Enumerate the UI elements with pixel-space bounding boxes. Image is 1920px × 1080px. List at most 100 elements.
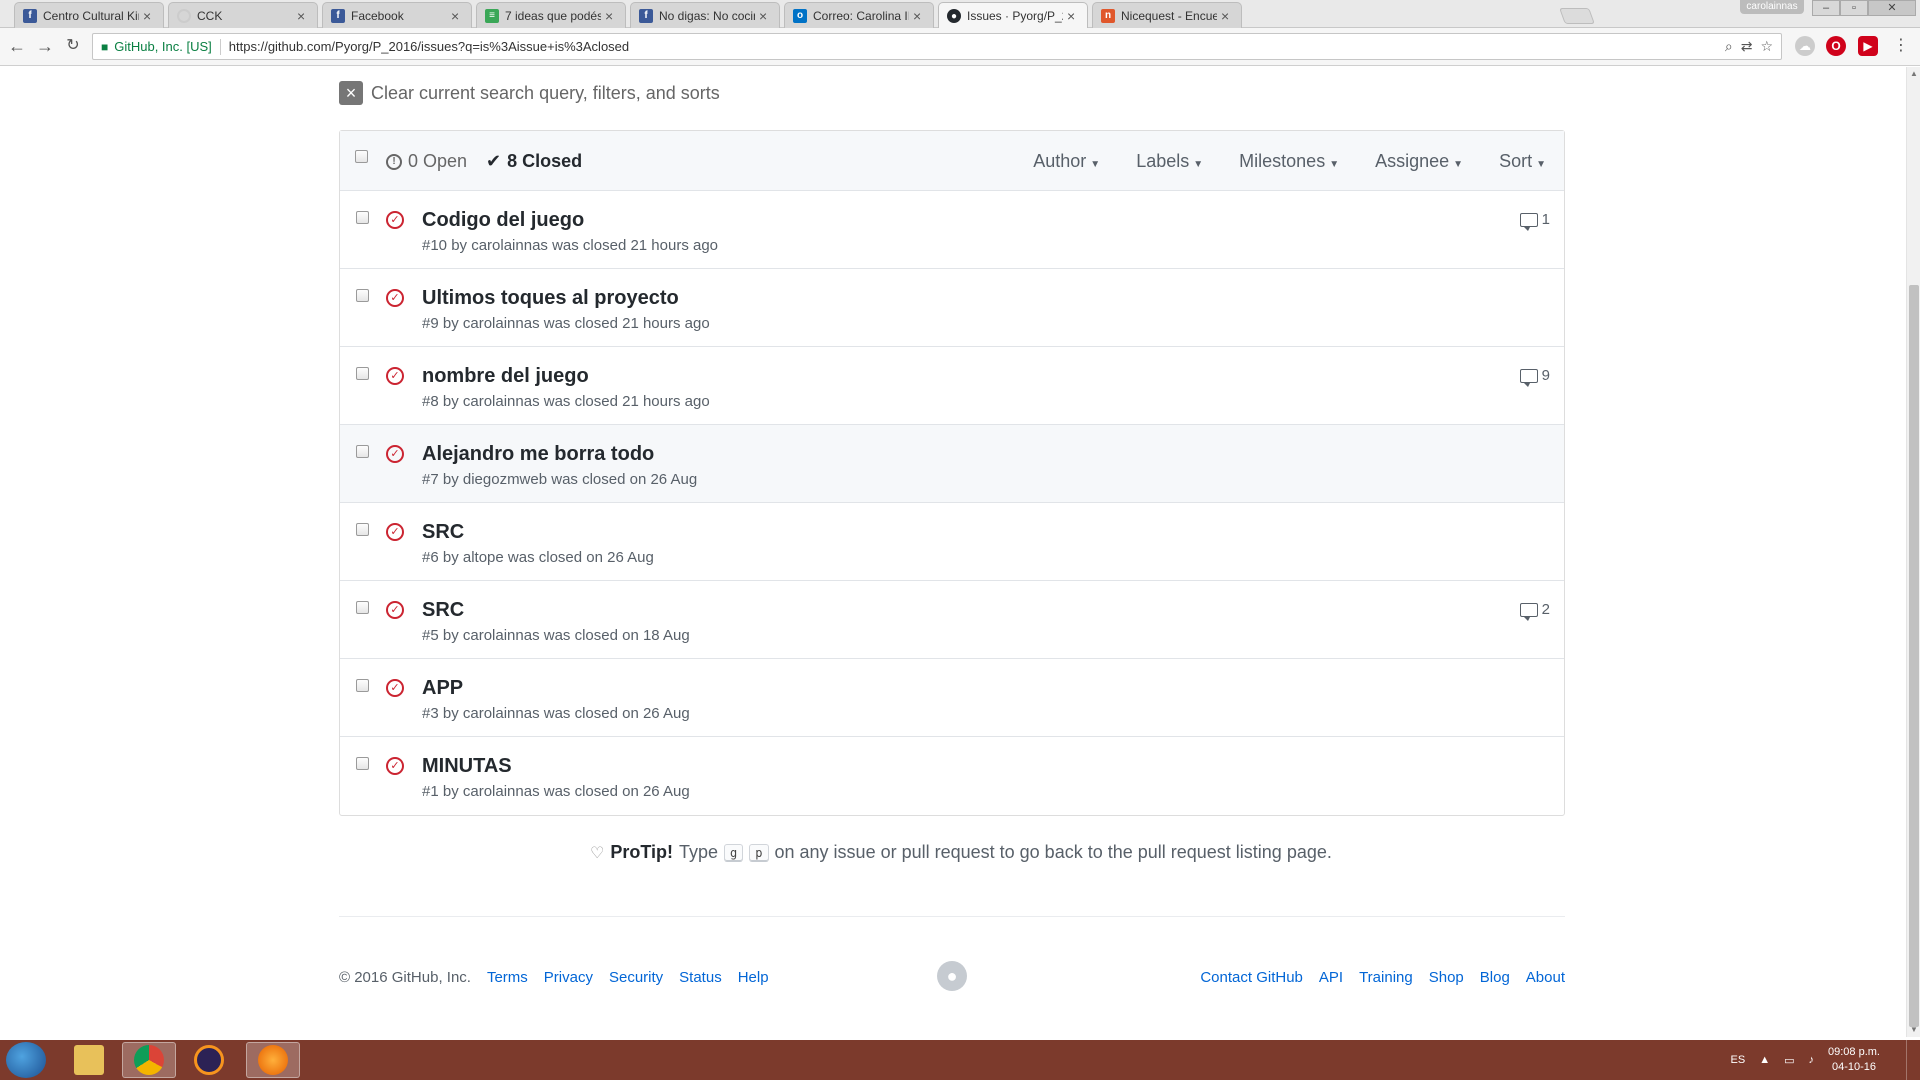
issue-row[interactable]: ✓ SRC #5 by carolainnas was closed on 18… (340, 581, 1564, 659)
issue-row[interactable]: ✓ Ultimos toques al proyecto #9 by carol… (340, 269, 1564, 347)
footer-link-api[interactable]: API (1319, 969, 1343, 986)
browser-tab-active[interactable]: ● Issues · Pyorg/P_2016 × (938, 2, 1088, 29)
close-tab-icon[interactable]: × (1221, 8, 1233, 24)
browser-tab[interactable]: f No digas: No cocino × (630, 2, 780, 28)
issue-checkbox[interactable] (356, 679, 369, 692)
facebook-icon: f (639, 8, 653, 23)
issue-checkbox[interactable] (356, 445, 369, 458)
clear-filters-link[interactable]: × Clear current search query, filters, a… (339, 81, 720, 105)
scrollbar-thumb[interactable] (1909, 285, 1919, 1027)
footer-link-about[interactable]: About (1526, 969, 1565, 986)
comment-count-link[interactable]: 2 (1519, 601, 1550, 621)
back-icon[interactable]: ← (6, 35, 28, 57)
close-tab-icon[interactable]: × (759, 8, 771, 24)
volume-icon[interactable]: ♪ (1809, 1054, 1815, 1066)
issue-meta: #3 by carolainnas was closed on 26 Aug (422, 705, 690, 722)
issue-title-link[interactable]: Ultimos toques al proyecto (422, 287, 679, 310)
close-tab-icon[interactable]: × (297, 8, 309, 24)
github-mark-icon[interactable]: ● (937, 961, 967, 991)
scroll-up-icon[interactable]: ▲ (1907, 67, 1920, 81)
comment-count-link[interactable]: 1 (1519, 211, 1550, 231)
closed-issues-toggle[interactable]: ✔ 8 Closed (486, 151, 582, 172)
issue-row[interactable]: ✓ Codigo del juego #10 by carolainnas wa… (340, 191, 1564, 269)
minimize-button[interactable]: ‒ (1812, 0, 1840, 16)
footer-link-shop[interactable]: Shop (1429, 969, 1464, 986)
translate-icon[interactable]: ⇄ (1741, 38, 1753, 55)
issue-title-link[interactable]: SRC (422, 521, 464, 544)
zoom-icon[interactable]: ⌕ (1725, 38, 1733, 55)
browser-tab[interactable]: f Centro Cultural Kirchner × (14, 2, 164, 28)
show-desktop-button[interactable] (1906, 1040, 1920, 1080)
issue-checkbox[interactable] (356, 367, 369, 380)
footer-link-privacy[interactable]: Privacy (544, 969, 593, 986)
assignee-filter[interactable]: Assignee ▼ (1375, 151, 1463, 172)
footer-link-blog[interactable]: Blog (1480, 969, 1510, 986)
browser-tab[interactable]: o Correo: Carolina II - Outl × (784, 2, 934, 28)
browser-tab[interactable]: n Nicequest - Encuestas on × (1092, 2, 1242, 28)
open-issues-toggle[interactable]: ! 0 Open (386, 151, 467, 172)
footer-link-status[interactable]: Status (679, 969, 722, 986)
browser-tab[interactable]: f Facebook × (322, 2, 472, 28)
firefox-taskbar-button[interactable] (246, 1042, 300, 1078)
issue-checkbox[interactable] (356, 211, 369, 224)
issue-closed-icon: ✓ (386, 757, 404, 775)
address-bar[interactable]: ■ GitHub, Inc. [US] https://github.com/P… (92, 33, 1782, 60)
footer-link-help[interactable]: Help (738, 969, 769, 986)
scroll-down-icon[interactable]: ▼ (1907, 1023, 1920, 1037)
chrome-taskbar-button[interactable] (122, 1042, 176, 1078)
labels-filter[interactable]: Labels ▼ (1136, 151, 1203, 172)
forward-icon[interactable]: → (34, 35, 56, 57)
issue-row[interactable]: ✓ MINUTAS #1 by carolainnas was closed o… (340, 737, 1564, 815)
milestones-filter[interactable]: Milestones ▼ (1239, 151, 1339, 172)
eclipse-taskbar-button[interactable] (182, 1042, 236, 1078)
close-icon: × (339, 81, 363, 105)
sort-filter[interactable]: Sort ▼ (1499, 151, 1546, 172)
language-indicator[interactable]: ES (1731, 1054, 1746, 1066)
issue-checkbox[interactable] (356, 601, 369, 614)
author-filter[interactable]: Author ▼ (1033, 151, 1100, 172)
media-extension-icon[interactable]: ▶ (1858, 36, 1878, 56)
issue-title-link[interactable]: nombre del juego (422, 365, 589, 388)
close-tab-icon[interactable]: × (451, 8, 463, 24)
issue-checkbox[interactable] (356, 757, 369, 770)
url-text[interactable]: https://github.com/Pyorg/P_2016/issues?q… (229, 39, 629, 54)
star-icon[interactable]: ☆ (1760, 38, 1773, 55)
maximize-button[interactable]: ▫ (1840, 0, 1868, 16)
footer-link-contact[interactable]: Contact GitHub (1200, 969, 1303, 986)
reload-icon[interactable]: ↻ (62, 35, 84, 57)
issue-checkbox[interactable] (356, 289, 369, 302)
start-button[interactable] (6, 1042, 46, 1078)
vertical-scrollbar[interactable]: ▲ ▼ (1906, 67, 1920, 1037)
browser-tab[interactable]: ≡ 7 ideas que podés copiar × (476, 2, 626, 28)
new-tab-button[interactable] (1559, 8, 1595, 24)
clock[interactable]: 09:08 p.m. 04-10-16 (1828, 1045, 1880, 1075)
issue-title-link[interactable]: SRC (422, 599, 464, 622)
close-window-button[interactable]: ✕ (1868, 0, 1916, 16)
issue-title-link[interactable]: APP (422, 677, 463, 700)
file-explorer-taskbar-button[interactable] (62, 1042, 116, 1078)
close-tab-icon[interactable]: × (1067, 8, 1079, 24)
footer-link-security[interactable]: Security (609, 969, 663, 986)
issue-row[interactable]: ✓ SRC #6 by altope was closed on 26 Aug (340, 503, 1564, 581)
network-icon[interactable]: ▭ (1784, 1054, 1794, 1067)
profile-button[interactable]: carolainnas (1740, 0, 1804, 14)
footer-link-terms[interactable]: Terms (487, 969, 528, 986)
issue-title-link[interactable]: Alejandro me borra todo (422, 443, 654, 466)
opera-extension-icon[interactable]: O (1826, 36, 1846, 56)
footer-link-training[interactable]: Training (1359, 969, 1413, 986)
issue-row[interactable]: ✓ APP #3 by carolainnas was closed on 26… (340, 659, 1564, 737)
issue-title-link[interactable]: MINUTAS (422, 755, 512, 778)
select-all-checkbox[interactable] (355, 150, 368, 163)
comment-count-link[interactable]: 9 (1519, 367, 1550, 387)
cloud-extension-icon[interactable]: ☁ (1795, 36, 1815, 56)
issue-checkbox[interactable] (356, 523, 369, 536)
browser-tab[interactable]: CCK × (168, 2, 318, 28)
menu-icon[interactable]: ⋮ (1890, 35, 1912, 57)
issue-row[interactable]: ✓ nombre del juego #8 by carolainnas was… (340, 347, 1564, 425)
show-hidden-icons-icon[interactable]: ▲ (1759, 1054, 1770, 1066)
issue-title-link[interactable]: Codigo del juego (422, 209, 584, 232)
close-tab-icon[interactable]: × (143, 8, 155, 24)
close-tab-icon[interactable]: × (605, 8, 617, 24)
issue-row[interactable]: ✓ Alejandro me borra todo #7 by diegozmw… (340, 425, 1564, 503)
close-tab-icon[interactable]: × (913, 8, 925, 24)
